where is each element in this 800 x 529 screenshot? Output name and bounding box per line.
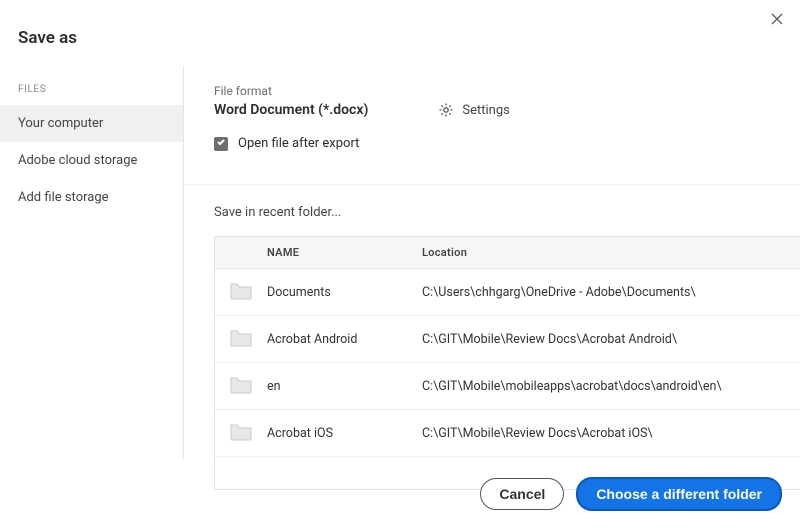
settings-label: Settings [462,103,509,118]
row-location: C:\GIT\Mobile\Review Docs\Acrobat Androi… [422,332,800,347]
close-button[interactable] [770,12,786,28]
column-location: Location [422,246,800,259]
folder-icon [215,336,253,351]
file-format-value: Word Document (*.docx) [214,102,368,118]
sidebar-item-adobe-cloud[interactable]: Adobe cloud storage [0,142,183,179]
gear-icon [438,102,454,118]
main-panel: File format Word Document (*.docx) Setti… [184,66,800,459]
row-name: Documents [267,285,422,300]
close-icon [770,15,784,30]
dialog-title: Save as [0,0,800,66]
table-row[interactable]: Documents C:\Users\chhgarg\OneDrive - Ad… [215,269,800,316]
row-location: C:\GIT\Mobile\Review Docs\Acrobat iOS\ [422,426,800,441]
column-name: NAME [267,246,422,259]
open-after-export-checkbox[interactable] [214,137,228,151]
sidebar-item-your-computer[interactable]: Your computer [0,105,183,142]
cancel-button[interactable]: Cancel [480,478,564,510]
row-name: Acrobat Android [267,332,422,347]
dialog-footer: Cancel Choose a different folder [0,459,800,529]
row-location: C:\GIT\Mobile\mobileapps\acrobat\docs\an… [422,379,800,394]
recent-folder-prompt: Save in recent folder... [214,185,800,236]
folder-icon [215,430,253,445]
sidebar-item-add-storage[interactable]: Add file storage [0,179,183,216]
sidebar: FILES Your computer Adobe cloud storage … [0,66,184,459]
save-as-dialog: Save as FILES Your computer Adobe cloud … [0,0,800,529]
row-location: C:\Users\chhgarg\OneDrive - Adobe\Docume… [422,285,800,300]
recent-folders-table: NAME Location Documents C:\Users\chhgarg… [214,236,800,490]
settings-button[interactable]: Settings [438,102,509,118]
row-name: en [267,379,422,394]
table-row[interactable]: en C:\GIT\Mobile\mobileapps\acrobat\docs… [215,363,800,410]
row-name: Acrobat iOS [267,426,422,441]
file-format-label: File format [214,84,800,98]
table-header: NAME Location [215,237,800,269]
table-row[interactable]: Acrobat Android C:\GIT\Mobile\Review Doc… [215,316,800,363]
table-row[interactable]: Acrobat iOS C:\GIT\Mobile\Review Docs\Ac… [215,410,800,457]
choose-different-folder-button[interactable]: Choose a different folder [576,477,782,511]
open-after-export-label: Open file after export [238,136,359,151]
sidebar-heading: FILES [0,74,183,105]
folder-icon [215,383,253,398]
folder-icon [215,289,253,304]
check-icon [216,136,226,151]
